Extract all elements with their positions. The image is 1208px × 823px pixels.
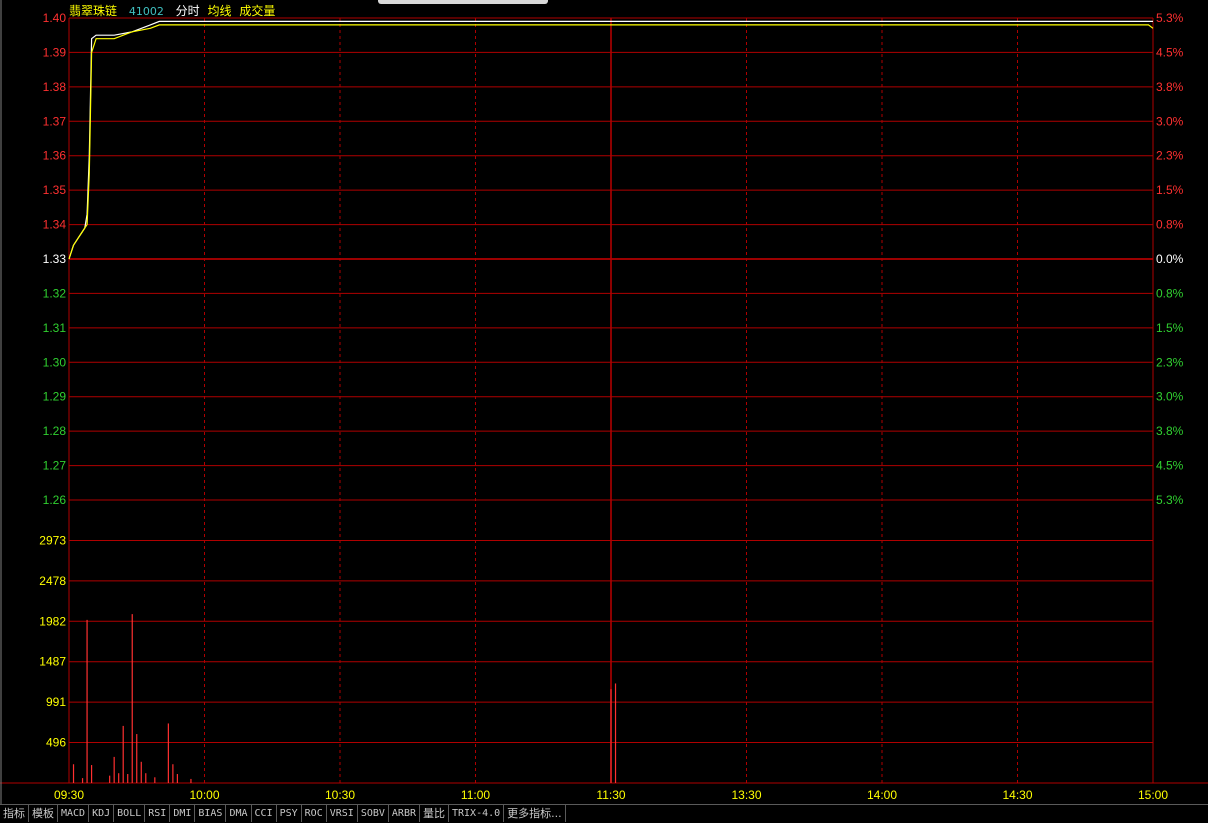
price-tick-label: 1.28 (43, 424, 67, 438)
indicator-tab[interactable]: SOBV (358, 805, 389, 822)
time-tick-label: 09:30 (54, 788, 84, 802)
price-tick-label: 1.31 (43, 321, 67, 335)
volume-tick-label: 991 (46, 695, 66, 709)
percent-tick-label: 2.3% (1156, 149, 1184, 163)
indicator-tab[interactable]: PSY (277, 805, 302, 822)
percent-tick-label: 1.5% (1156, 183, 1184, 197)
percent-tick-label: 2.3% (1156, 355, 1184, 369)
indicator-tab[interactable]: KDJ (89, 805, 115, 822)
price-tick-label: 1.30 (43, 355, 67, 369)
volume-label: 成交量 (239, 4, 276, 18)
mode-label: 分时 (175, 4, 200, 18)
price-tick-label: 1.32 (43, 286, 67, 300)
percent-tick-label: 0.8% (1156, 218, 1184, 232)
percent-tick-label: 1.5% (1156, 321, 1184, 335)
volume-tick-label: 1487 (39, 655, 66, 669)
price-tick-label: 1.29 (43, 390, 67, 404)
price-tick-label: 1.40 (43, 11, 67, 25)
indicator-tab[interactable]: BIAS (195, 805, 227, 822)
indicator-tab[interactable]: CCI (252, 805, 277, 822)
percent-tick-label: 0.8% (1156, 286, 1184, 300)
price-tick-label: 1.27 (43, 459, 67, 473)
price-tick-label: 1.33 (43, 252, 67, 266)
indicator-tab[interactable]: DMI (170, 805, 196, 822)
price-tick-label: 1.35 (43, 183, 67, 197)
percent-tick-label: 5.3% (1156, 493, 1184, 507)
indicator-tab[interactable]: BOLL (114, 805, 146, 822)
price-tick-label: 1.26 (43, 493, 67, 507)
volume-tick-label: 2973 (39, 533, 66, 547)
indicator-toolbar: 指标 模板 MACD KDJ BOLL RSI DMI BIAS DMA CCI PSY ROC VRS… (0, 804, 1208, 823)
indicator-tab[interactable]: DMA (226, 805, 252, 822)
indicator-tab[interactable]: ARBR (389, 805, 420, 822)
time-tick-label: 10:30 (325, 788, 355, 802)
intraday-chart: 1.40 5.3% 1.39 4.5% 1.38 3.8% 1.37 3.0% 1.36 2.3%… (0, 0, 1208, 805)
percent-tick-label: 5.3% (1156, 11, 1184, 25)
time-tick-label: 10:00 (189, 788, 219, 802)
indicator-tab[interactable]: TRIX-4.0 (449, 805, 505, 822)
price-tick-label: 1.36 (43, 149, 67, 163)
percent-tick-label: 4.5% (1156, 459, 1184, 473)
indicator-tab[interactable]: MACD (58, 805, 90, 822)
time-tick-label: 11:00 (461, 788, 490, 802)
percent-tick-label: 3.0% (1156, 390, 1184, 404)
price-tick-label: 1.39 (43, 45, 67, 59)
indicator-tab[interactable]: ROC (302, 805, 327, 822)
percent-tick-label: 3.0% (1156, 114, 1184, 128)
price-tick-label: 1.37 (43, 114, 67, 128)
indicator-tab[interactable]: VRSI (327, 805, 358, 822)
price-tick-label: 1.38 (43, 80, 67, 94)
percent-tick-label: 0.0% (1156, 252, 1184, 266)
time-tick-label: 14:00 (867, 788, 897, 802)
stock-name: 翡翠珠链 (69, 4, 118, 18)
avg-label: 均线 (207, 4, 232, 18)
time-tick-label: 14:30 (1002, 788, 1032, 802)
percent-tick-label: 3.8% (1156, 424, 1184, 438)
indicator-tab[interactable]: 指标 (0, 805, 29, 822)
time-tick-label: 11:30 (596, 788, 625, 802)
volume-tick-label: 2478 (39, 574, 66, 588)
price-tick-label: 1.34 (43, 218, 67, 232)
indicator-tab[interactable]: RSI (145, 805, 171, 822)
indicator-tab[interactable]: 量比 (420, 805, 449, 822)
time-tick-label: 13:30 (731, 788, 761, 802)
volume-tick-label: 1982 (39, 614, 66, 628)
indicator-tab[interactable]: 更多指标... (504, 805, 566, 822)
volume-tick-label: 496 (46, 736, 66, 750)
time-tick-label: 15:00 (1138, 788, 1168, 802)
stock-code: 41002 (128, 5, 164, 18)
chart-header: 翡翠珠链 41002 分时 均线 成交量 (69, 2, 283, 19)
percent-tick-label: 4.5% (1156, 45, 1184, 59)
percent-tick-label: 3.8% (1156, 80, 1184, 94)
indicator-tab[interactable]: 模板 (29, 805, 58, 822)
